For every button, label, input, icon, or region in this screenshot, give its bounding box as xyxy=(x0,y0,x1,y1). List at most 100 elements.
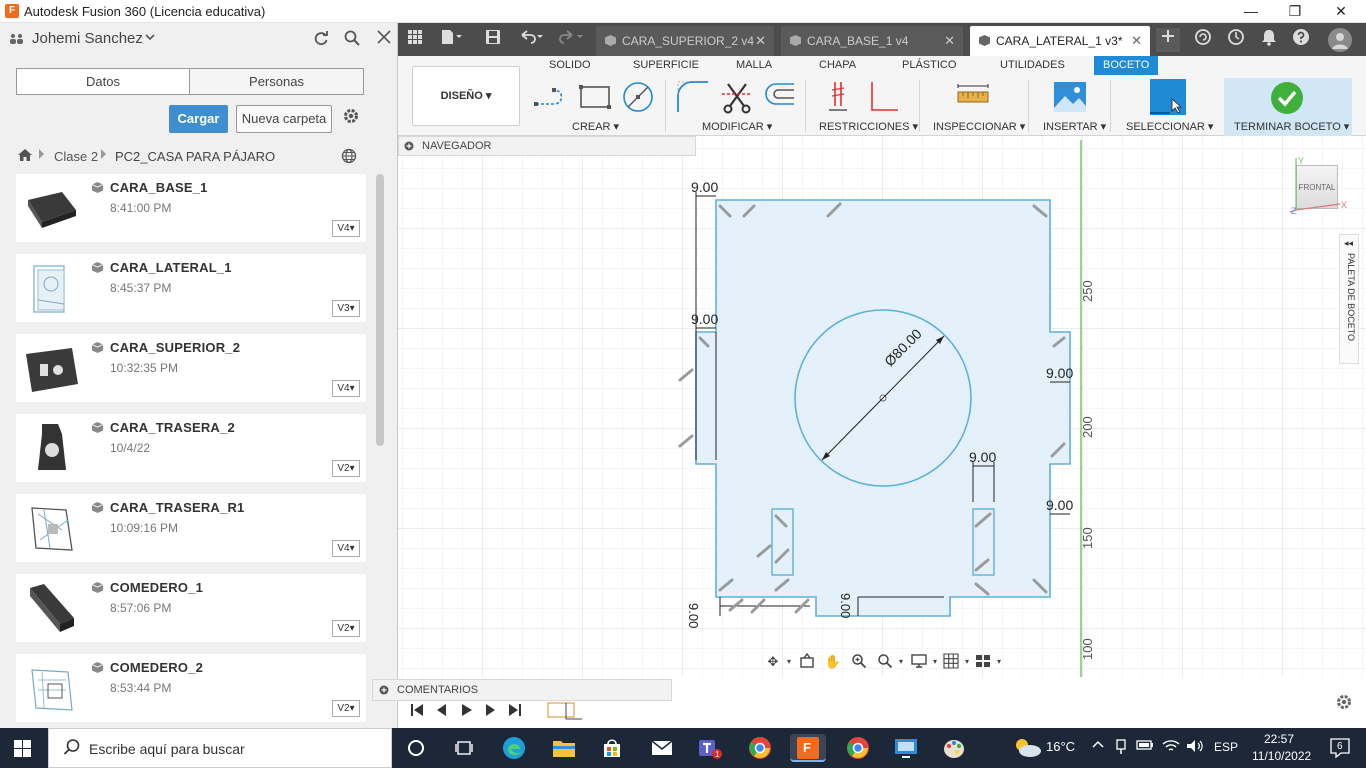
file-explorer-icon[interactable] xyxy=(548,734,580,762)
breadcrumb-item-project[interactable]: PC2_CASA PARA PÁJARO xyxy=(115,149,275,164)
mail-icon[interactable] xyxy=(646,734,678,762)
file-list-scrollbar[interactable] xyxy=(376,174,384,446)
tab-boceto[interactable]: BOCETO xyxy=(1094,56,1159,75)
weather-cloud-icon[interactable] xyxy=(1012,736,1042,761)
tab-cara-lateral[interactable]: CARA_LATERAL_1 v3* ✕ xyxy=(970,26,1150,56)
chevron-down-icon[interactable] xyxy=(144,31,156,46)
tab-malla[interactable]: MALLA xyxy=(736,59,772,71)
teams-icon[interactable]: 1 xyxy=(694,734,726,762)
microsoft-store-icon[interactable] xyxy=(596,734,628,762)
clock-date[interactable]: 11/10/2022 xyxy=(1252,749,1311,763)
dimension-label[interactable]: 9.00 xyxy=(691,311,718,327)
dimension-label[interactable]: 9.00 xyxy=(969,449,996,465)
zoom-icon[interactable] xyxy=(849,653,869,671)
timeline-next-icon[interactable] xyxy=(484,704,498,719)
breadcrumb-item-clase[interactable]: Clase 2 xyxy=(54,149,98,164)
tab-close-icon[interactable]: ✕ xyxy=(755,26,766,56)
browser-navigator[interactable]: NAVEGADOR xyxy=(398,136,696,156)
version-badge[interactable]: V2▾ xyxy=(332,700,360,717)
group-modificar[interactable]: MODIFICAR ▾ xyxy=(702,120,772,133)
notification-center-icon[interactable]: 6 xyxy=(1328,736,1352,763)
extensions-icon[interactable] xyxy=(1191,28,1215,52)
paint-icon[interactable] xyxy=(938,734,970,762)
list-item[interactable]: CARA_TRASERA_R1 10:09:16 PM V4▾ xyxy=(16,494,366,562)
group-seleccionar[interactable]: SELECCIONAR ▾ xyxy=(1126,120,1213,133)
timeline-play-icon[interactable] xyxy=(460,704,474,719)
circle-tool-icon[interactable] xyxy=(621,80,655,114)
select-window-icon[interactable] xyxy=(1150,79,1186,115)
redo-icon[interactable] xyxy=(556,29,586,51)
tab-utilidades[interactable]: UTILIDADES xyxy=(1000,59,1065,71)
chevron-up-icon[interactable] xyxy=(1092,739,1104,754)
finish-sketch-button[interactable]: TERMINAR BOCETO ▾ xyxy=(1224,78,1352,136)
dimension-label[interactable]: 9.00 xyxy=(1046,365,1073,381)
clock-time[interactable]: 22:57 xyxy=(1264,732,1294,746)
timeline-sketch-feature-icon[interactable] xyxy=(546,701,586,724)
maximize-button[interactable]: ❐ xyxy=(1272,0,1318,23)
version-badge[interactable]: V4▾ xyxy=(332,540,360,557)
new-tab-icon[interactable] xyxy=(1156,28,1180,52)
list-item[interactable]: CARA_TRASERA_2 10/4/22 V2▾ xyxy=(16,414,366,482)
coincident-constraint-icon[interactable] xyxy=(823,80,857,114)
list-item[interactable]: CARA_BASE_1 8:41:00 PM V4▾ xyxy=(16,174,366,242)
tab-personas[interactable]: Personas xyxy=(189,68,364,95)
upload-button[interactable]: Cargar xyxy=(169,105,228,133)
version-badge[interactable]: V4▾ xyxy=(332,380,360,397)
taskbar-search-input[interactable]: Escribe aquí para buscar xyxy=(48,728,392,768)
app-grid-icon[interactable] xyxy=(404,29,426,51)
look-at-icon[interactable] xyxy=(797,652,817,671)
edge-browser-icon[interactable] xyxy=(498,734,530,762)
list-item[interactable]: COMEDERO_2 8:53:44 PM V2▾ xyxy=(16,654,366,722)
group-insertar[interactable]: INSERTAR ▾ xyxy=(1043,120,1106,133)
sketch-palette-toggle[interactable]: ◂◂ PALETA DE BOCETO xyxy=(1339,234,1359,364)
dimension-label[interactable]: 9.00 xyxy=(691,179,718,195)
chrome-profile-icon[interactable] xyxy=(842,734,874,762)
notifications-bell-icon[interactable] xyxy=(1257,28,1281,52)
user-name-dropdown[interactable]: Johemi Sanchez xyxy=(32,30,143,47)
battery-icon[interactable] xyxy=(1136,739,1154,754)
fillet-tool-icon[interactable] xyxy=(676,80,710,114)
measure-ruler-icon[interactable] xyxy=(956,80,990,114)
file-menu-icon[interactable] xyxy=(440,29,462,51)
group-crear[interactable]: CREAR ▾ xyxy=(572,120,619,133)
group-inspeccionar[interactable]: INSPECCIONAR ▾ xyxy=(933,120,1025,133)
version-badge[interactable]: V2▾ xyxy=(332,460,360,477)
save-icon[interactable] xyxy=(482,29,504,51)
tab-solido[interactable]: SOLIDO xyxy=(549,59,591,71)
windows-start-icon[interactable] xyxy=(14,740,31,757)
home-icon[interactable] xyxy=(17,148,33,165)
tab-close-icon[interactable]: ✕ xyxy=(944,26,955,56)
search-icon[interactable] xyxy=(341,29,363,51)
chevron-down-icon[interactable]: ▾ xyxy=(891,653,911,671)
timeline-settings-gear-icon[interactable] xyxy=(1335,693,1353,716)
tab-chapa[interactable]: CHAPA xyxy=(819,59,856,71)
temperature[interactable]: 16°C xyxy=(1046,739,1075,754)
wifi-icon[interactable] xyxy=(1162,739,1180,756)
dimension-label[interactable]: 9.00 xyxy=(686,603,701,628)
expand-icon[interactable] xyxy=(379,680,389,707)
cortana-icon[interactable] xyxy=(400,734,432,762)
tab-superficie[interactable]: SUPERFICIE xyxy=(633,59,699,71)
fusion-360-taskbar-icon[interactable]: F xyxy=(790,734,826,762)
gear-icon[interactable] xyxy=(340,107,362,129)
rectangle-tool-icon[interactable] xyxy=(578,80,612,114)
list-item[interactable]: COMEDERO_1 8:57:06 PM V2▾ xyxy=(16,574,366,642)
minimize-button[interactable]: — xyxy=(1228,0,1274,23)
tab-close-icon[interactable]: ✕ xyxy=(1131,26,1142,56)
help-icon[interactable] xyxy=(1289,28,1313,52)
insert-image-icon[interactable] xyxy=(1053,80,1087,114)
expand-icon[interactable] xyxy=(404,137,414,161)
line-tool-icon[interactable] xyxy=(534,80,568,114)
trim-scissors-icon[interactable] xyxy=(720,80,754,114)
task-view-icon[interactable] xyxy=(448,734,480,762)
perpendicular-constraint-icon[interactable] xyxy=(864,80,898,114)
comments-panel[interactable]: COMENTARIOS xyxy=(372,679,672,701)
refresh-icon[interactable] xyxy=(310,29,332,51)
version-badge[interactable]: V4▾ xyxy=(332,220,360,237)
group-restricciones[interactable]: RESTRICCIONES ▾ xyxy=(819,120,918,133)
job-status-icon[interactable] xyxy=(1224,28,1248,52)
input-language[interactable]: ESP xyxy=(1214,740,1238,754)
close-button[interactable]: ✕ xyxy=(1318,0,1364,23)
tab-cara-base[interactable]: CARA_BASE_1 v4 ✕ xyxy=(781,26,963,56)
sketch-canvas[interactable]: 9.00 9.00 9.00 9.00 9.00 9.00 9.00 Ø80.0… xyxy=(398,136,1366,677)
